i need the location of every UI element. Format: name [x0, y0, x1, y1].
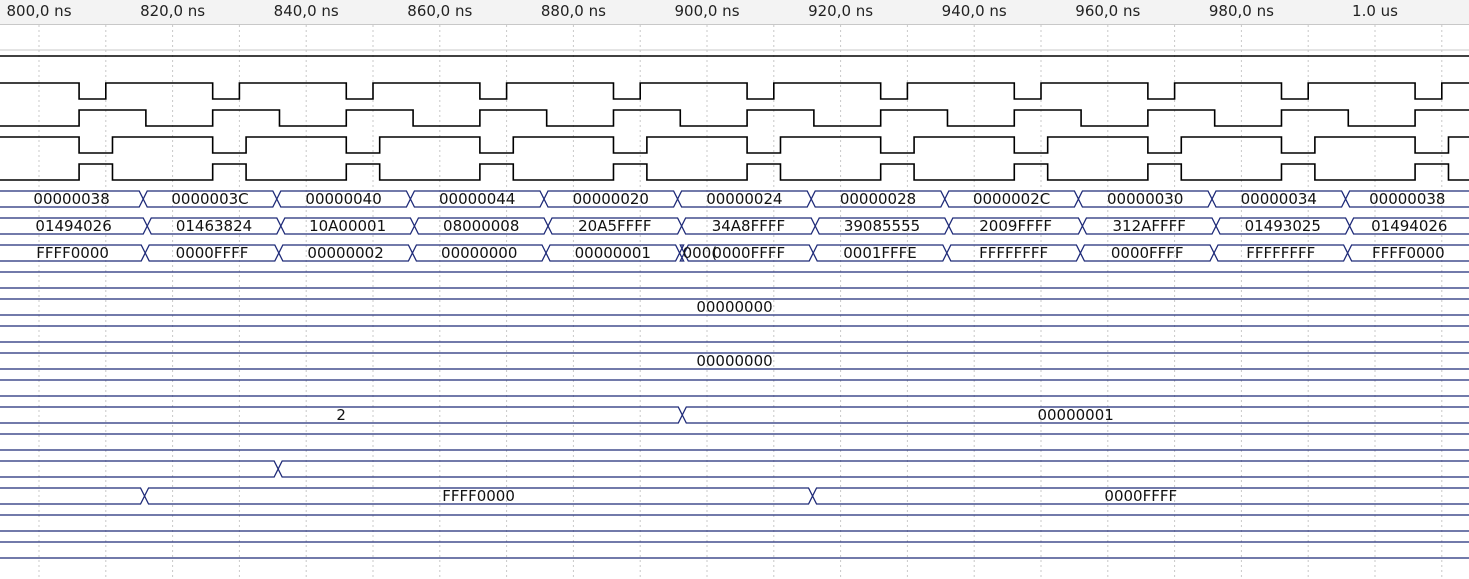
bus-value-label: 0000003C — [171, 190, 248, 208]
bus-segment — [0, 541, 1469, 559]
bus-value-label: 00000001 — [1037, 406, 1113, 424]
bus-value-label: 0000FFFF — [1111, 244, 1184, 262]
bus-value-label: 0001FFFE — [843, 244, 917, 262]
bus-value-label: 312AFFFF — [1113, 217, 1186, 235]
bus-value-label: 00000038 — [33, 190, 109, 208]
bus-value-label: 2009FFFF — [979, 217, 1052, 235]
bus-value-label: 00000030 — [1107, 190, 1183, 208]
bus-value-label: 00000002 — [307, 244, 383, 262]
bus-value-label: 01494026 — [1371, 217, 1447, 235]
bus-segment — [0, 514, 1469, 532]
bus-value-label: 08000008 — [443, 217, 519, 235]
bus-value-label: FFFFFFFF — [979, 244, 1048, 262]
bus-value-label: 0000FFFF — [1104, 487, 1177, 505]
bus-value-label: 01493025 — [1245, 217, 1321, 235]
bus-segment — [0, 325, 1469, 343]
bus-value-label: 01463824 — [176, 217, 252, 235]
bus-value-label: 00000044 — [439, 190, 515, 208]
digital-signal-trace — [0, 163, 1469, 181]
bus-value-label: 00000000 — [696, 352, 772, 370]
bus-value-label: FFFF0000 — [1372, 244, 1445, 262]
bus-value-label: 00000024 — [706, 190, 782, 208]
bus-value-label: 00000038 — [1369, 190, 1445, 208]
bus-value-label: 01494026 — [35, 217, 111, 235]
bus-value-label: 10A00001 — [309, 217, 386, 235]
bus-value-label: 00000034 — [1241, 190, 1317, 208]
bus-segment — [0, 460, 279, 478]
bus-value-label: 0000FFFF — [712, 244, 785, 262]
bus-value-label: 0000FFFF — [176, 244, 249, 262]
digital-signal-trace — [0, 82, 1469, 100]
bus-value-label: 20A5FFFF — [578, 217, 651, 235]
digital-signal-trace — [0, 136, 1469, 154]
digital-signal-trace — [0, 109, 1469, 127]
bus-value-label: 00000000 — [441, 244, 517, 262]
bus-value-label: 34A8FFFF — [712, 217, 785, 235]
bus-segment — [277, 460, 1469, 478]
bus-value-label: 0000002C — [973, 190, 1050, 208]
bus-value-label: 2 — [336, 406, 346, 424]
bus-value-label: 00000028 — [840, 190, 916, 208]
bus-value-label: 00000001 — [575, 244, 651, 262]
bus-segment — [0, 433, 1469, 451]
bus-segment — [0, 487, 146, 505]
bus-value-label: 39085555 — [844, 217, 920, 235]
bus-value-label: 00000020 — [573, 190, 649, 208]
bus-value-label: FFFF0000 — [36, 244, 109, 262]
bus-value-label: FFFFFFFF — [1246, 244, 1315, 262]
bus-value-label: FFFF0000 — [442, 487, 515, 505]
bus-value-label: 00000000 — [696, 298, 772, 316]
bus-value-label: 00000040 — [305, 190, 381, 208]
waveform-area[interactable]: 00000038 0000003C 00000040 00000044 00000020… — [0, 0, 1469, 579]
bus-segment — [0, 379, 1469, 397]
bus-segment — [0, 271, 1469, 289]
